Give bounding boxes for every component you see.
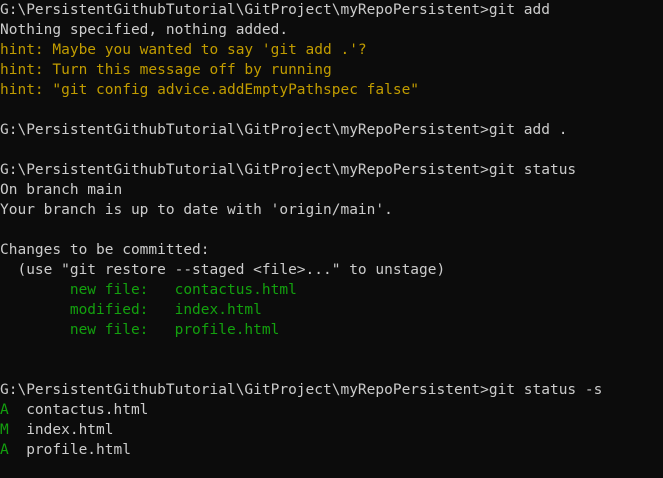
short-status-line: A profile.html — [0, 440, 663, 460]
terminal-hint-line: hint: "git config advice.addEmptyPathspe… — [0, 82, 420, 98]
terminal-hint-line: hint: Maybe you wanted to say 'git add .… — [0, 42, 367, 58]
terminal-window[interactable]: G:\PersistentGithubTutorial\GitProject\m… — [0, 0, 663, 478]
status-code: A — [0, 442, 9, 458]
terminal-line: (use "git restore --staged <file>..." to… — [0, 262, 446, 278]
staged-file-line: new file: contactus.html — [0, 282, 297, 298]
terminal-line: G:\PersistentGithubTutorial\GitProject\m… — [0, 122, 568, 138]
status-code: M — [0, 422, 9, 438]
short-status-line: A contactus.html — [0, 400, 663, 420]
terminal-line: Your branch is up to date with 'origin/m… — [0, 202, 393, 218]
terminal-line: Nothing specified, nothing added. — [0, 22, 289, 38]
terminal-hint-line: hint: Turn this message off by running — [0, 62, 332, 78]
staged-file-line: new file: profile.html — [0, 322, 280, 338]
terminal-line: G:\PersistentGithubTutorial\GitProject\m… — [0, 162, 577, 178]
staged-file-line: modified: index.html — [0, 302, 262, 318]
status-code: A — [0, 402, 9, 418]
terminal-line: G:\PersistentGithubTutorial\GitProject\m… — [0, 382, 603, 398]
status-file: contactus.html — [8, 402, 149, 418]
terminal-line: On branch main — [0, 182, 123, 198]
status-file: index.html — [8, 422, 114, 438]
terminal-line: Changes to be committed: — [0, 242, 210, 258]
terminal-line: G:\PersistentGithubTutorial\GitProject\m… — [0, 2, 550, 18]
short-status-line: M index.html — [0, 420, 663, 440]
status-file: profile.html — [8, 442, 131, 458]
